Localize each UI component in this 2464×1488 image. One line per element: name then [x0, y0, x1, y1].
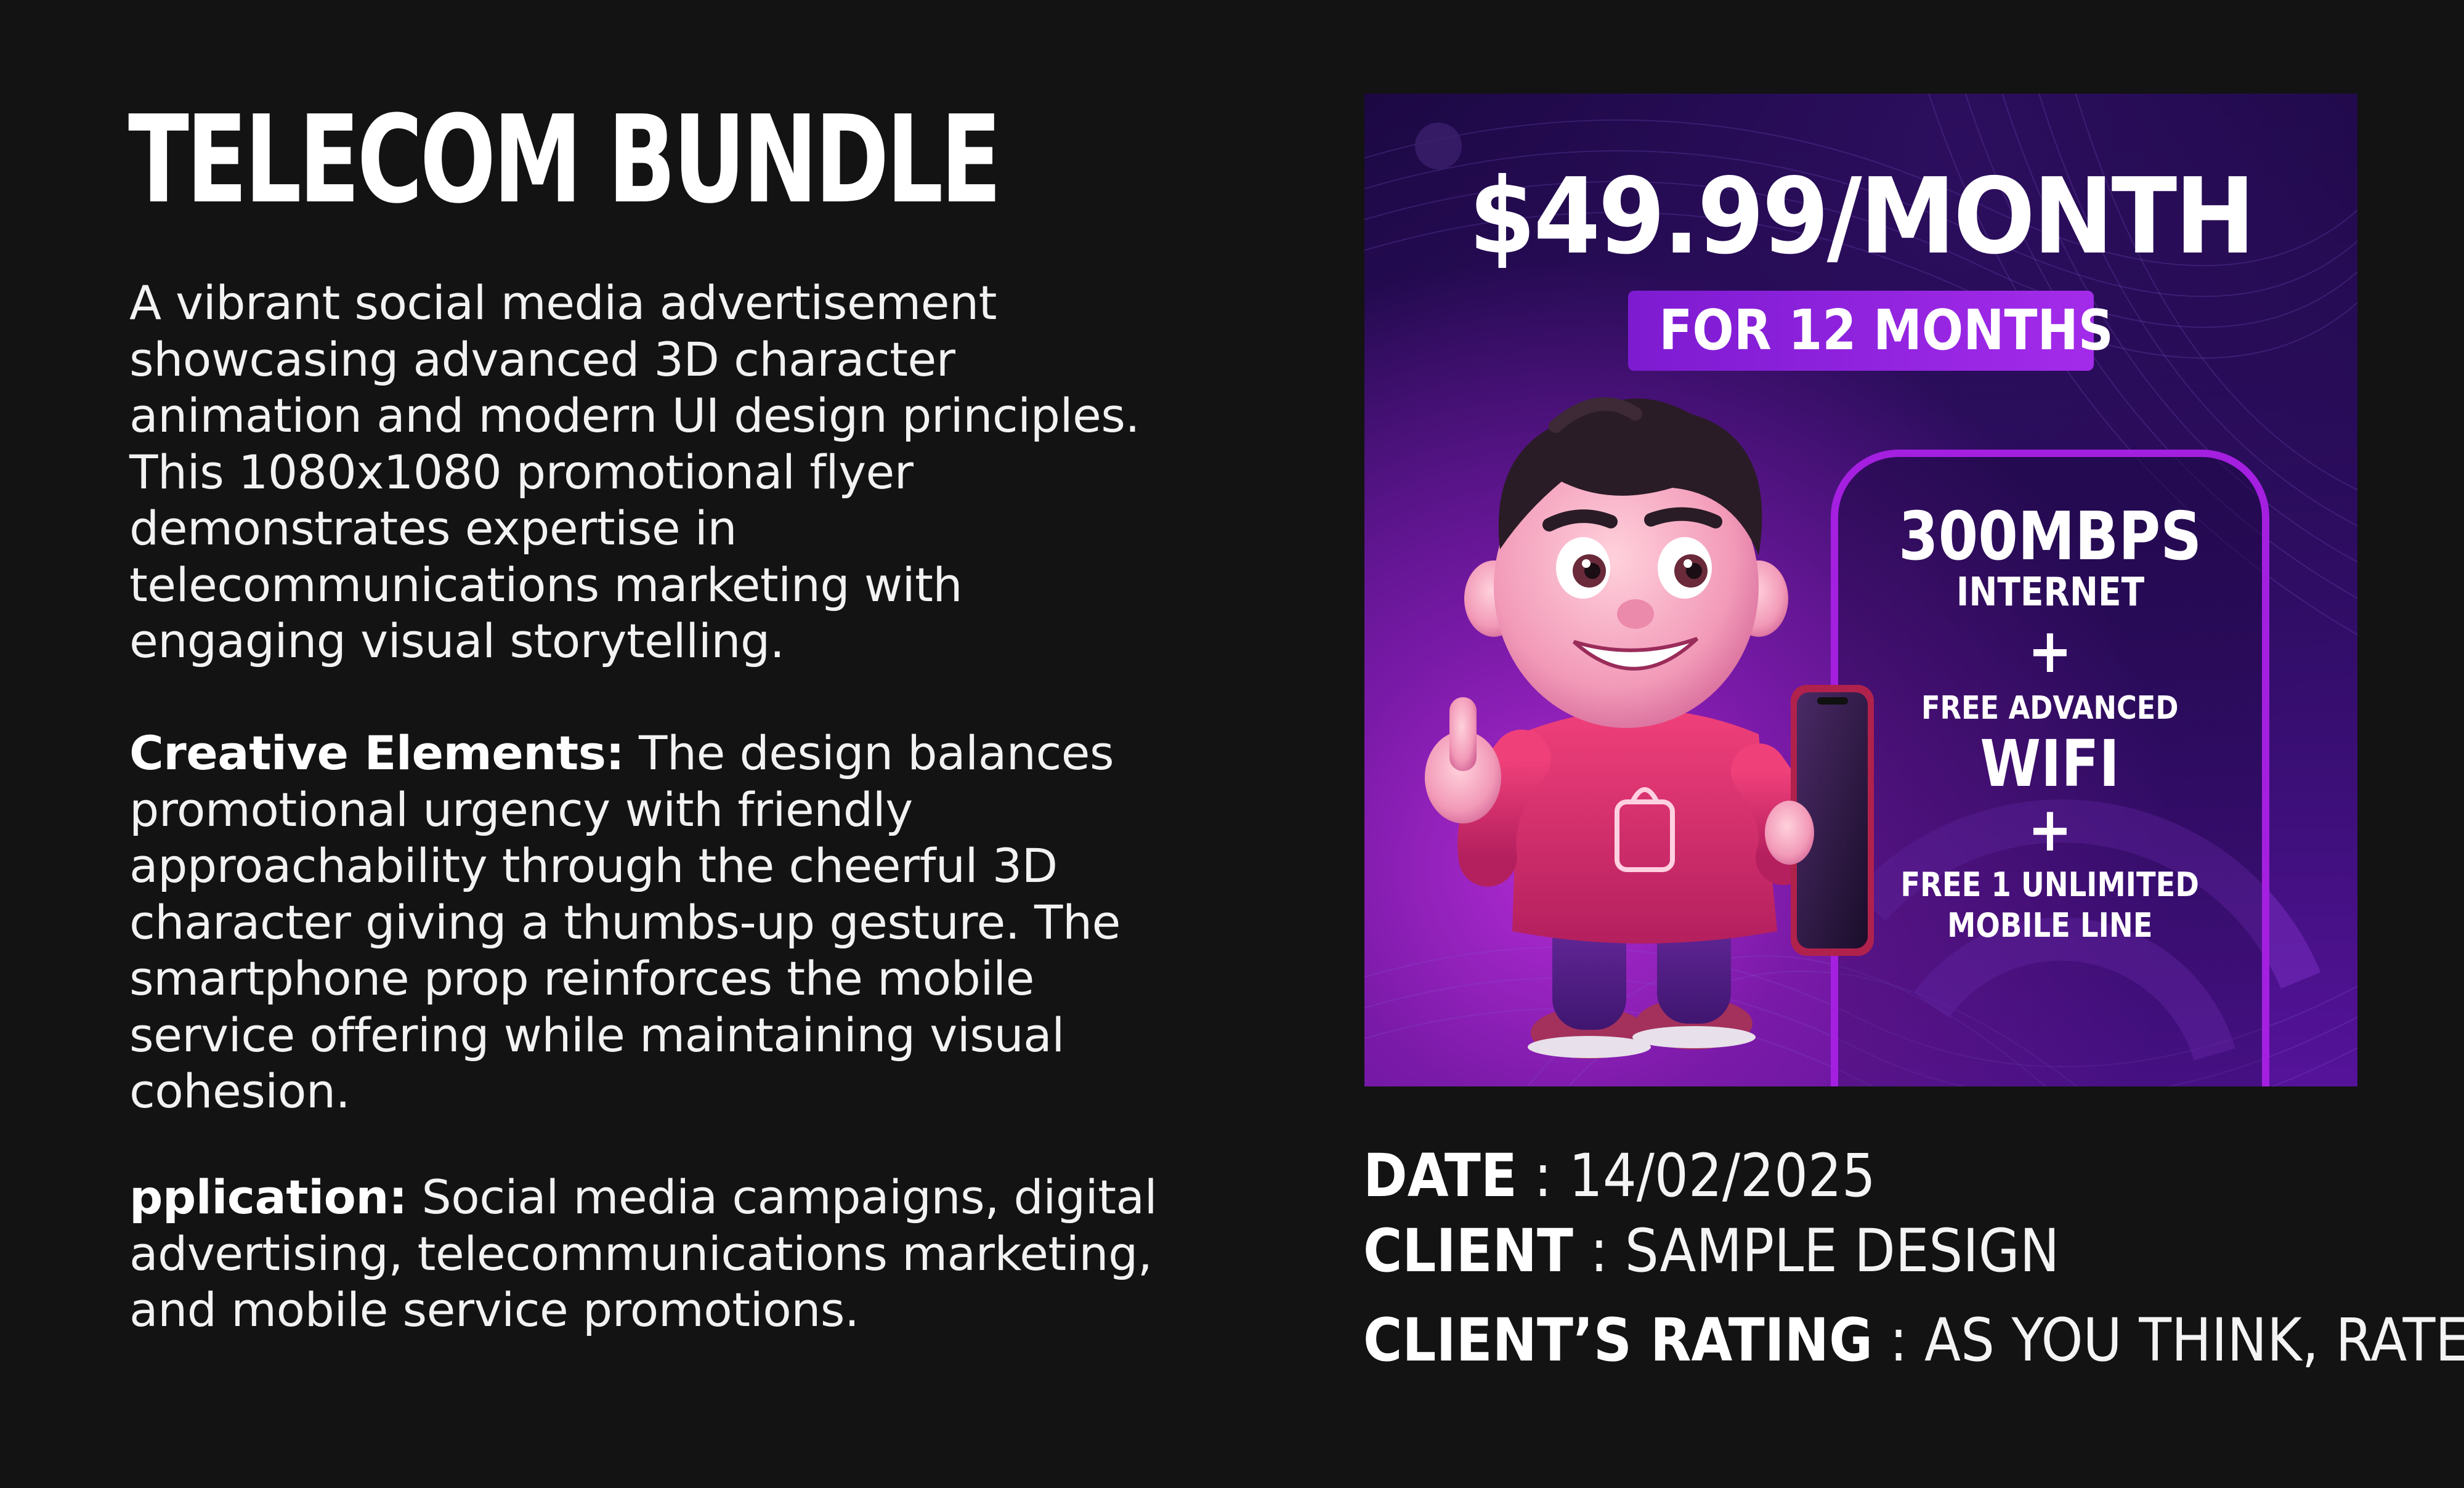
duration-text: FOR 12 MONTHS — [1659, 298, 2113, 363]
client-row: CLIENT : SAMPLE DESIGN — [1363, 1216, 2059, 1285]
creative-elements-paragraph: Creative Elements: The design balances p… — [129, 725, 1189, 1120]
date-separator: : — [1517, 1141, 1569, 1210]
creative-elements-label: Creative Elements: — [129, 726, 625, 780]
rating-label: CLIENT’S RATING — [1363, 1306, 1873, 1375]
free-advanced-text: FREE ADVANCED — [1921, 690, 2179, 727]
client-value: SAMPLE DESIGN — [1624, 1216, 2060, 1285]
client-label: CLIENT — [1363, 1216, 1573, 1285]
plus-icon: + — [2027, 615, 2073, 687]
speed-text: 300MBPS — [1898, 498, 2202, 575]
intro-paragraph: A vibrant social media advertisement sho… — [129, 275, 1140, 668]
rating-value: AS YOU THINK, RATE. — [1924, 1306, 2464, 1375]
price-headline: $49.99/MONTH — [1469, 156, 2255, 278]
duration-badge: FOR 12 MONTHS — [1628, 291, 2113, 371]
internet-text: INTERNET — [1956, 570, 2144, 615]
date-label: DATE — [1363, 1141, 1517, 1210]
date-row: DATE : 14/02/2025 — [1363, 1141, 1876, 1210]
promo-flyer: $49.99/MONTH FOR 12 MONTHS 300MBPS INTER… — [1364, 94, 2357, 1086]
date-value: 14/02/2025 — [1568, 1141, 1876, 1210]
character-illustration-icon — [1425, 397, 1874, 1059]
plus-icon: + — [2027, 793, 2073, 865]
wifi-text: WIFI — [1980, 726, 2120, 801]
application-label: pplication: — [129, 1170, 407, 1224]
application-paragraph: pplication: Social media campaigns, digi… — [129, 1169, 1189, 1338]
page-title: TELECOM BUNDLE — [128, 90, 1002, 230]
client-separator: : — [1573, 1216, 1625, 1285]
creative-elements-text: The design balances promotional urgency … — [129, 726, 1121, 1118]
free-line-text: FREE 1 UNLIMITED — [1900, 865, 2200, 904]
mobile-line-text: MOBILE LINE — [1947, 906, 2153, 945]
rating-separator: : — [1873, 1306, 1925, 1375]
rating-row: CLIENT’S RATING : AS YOU THINK, RATE. — [1363, 1306, 2464, 1375]
